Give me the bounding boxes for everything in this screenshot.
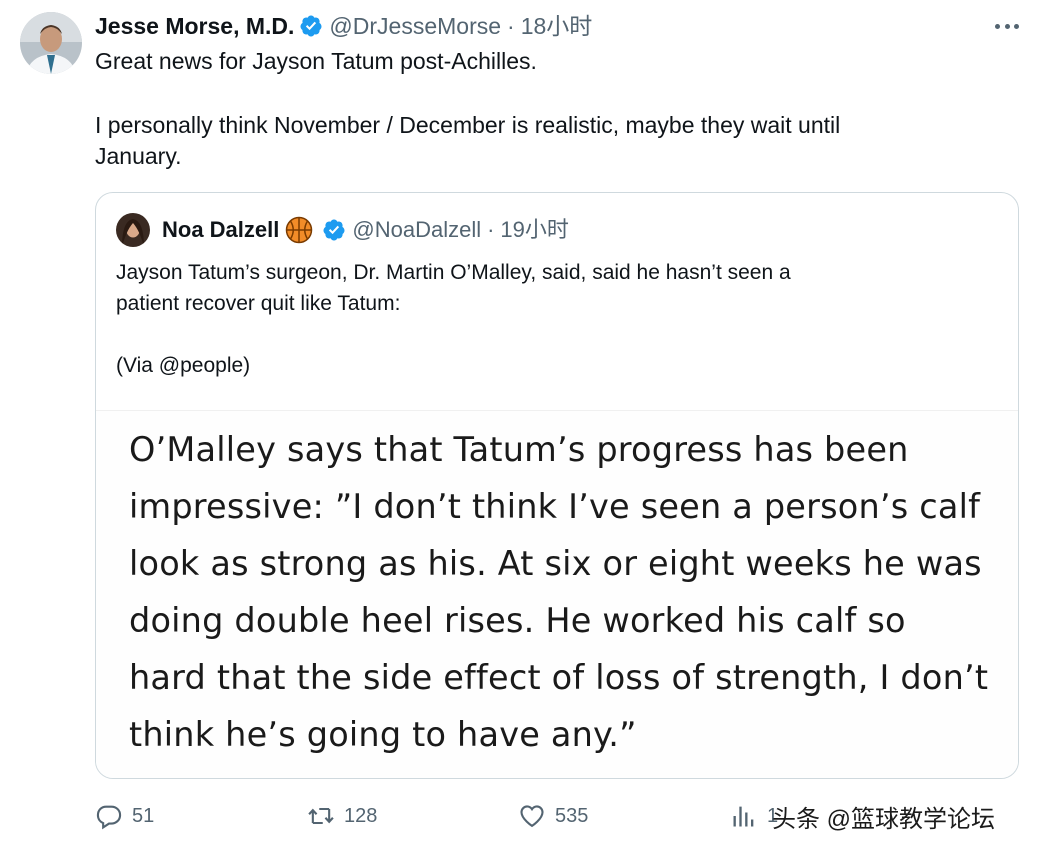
quoted-author-handle[interactable]: @NoaDalzell [352,215,481,245]
tweet-time[interactable]: 18小时 [521,10,593,42]
quoted-text-line: patient recover quit like Tatum: [116,292,401,315]
quoted-media-image[interactable]: O’Malley says that Tatum’s progress has … [96,410,1018,778]
quoted-author-name[interactable]: Noa Dalzell [162,215,279,245]
reply-icon [96,805,122,830]
media-text-line: doing double heel rises. He worked his c… [129,601,906,640]
quoted-author-avatar[interactable] [116,213,150,247]
tweet-text-line: I personally think November / December i… [95,112,841,138]
reply-count: 51 [132,804,155,827]
avatar-image [20,12,82,74]
separator-dot: · [507,13,515,39]
tweet-text-line: January. [95,143,182,169]
views-chart-icon [733,806,754,827]
like-button[interactable]: 535 [518,796,588,836]
author-name[interactable]: Jesse Morse, M.D. [95,10,294,42]
quoted-text-line: Jayson Tatum’s surgeon, Dr. Martin O’Mal… [116,261,791,284]
author-avatar[interactable] [20,12,82,74]
tweet-text: Great news for Jayson Tatum post-Achille… [95,46,995,172]
reply-button[interactable]: 51 [95,796,154,836]
heart-icon [520,805,544,828]
media-quote-text: O’Malley says that Tatum’s progress has … [129,421,999,763]
media-text-line: hard that the side effect of loss of str… [129,658,989,697]
retweet-button[interactable]: 128 [307,796,377,836]
more-options-icon[interactable] [995,14,1019,38]
views-button[interactable]: 1 [730,796,778,836]
basketball-icon [286,216,313,244]
tweet-header: Jesse Morse, M.D. @DrJesseMorse · 18小时 [95,10,592,42]
author-handle[interactable]: @DrJesseMorse [329,10,501,42]
watermark: 头条 @篮球教学论坛 [772,805,996,833]
media-text-line: impressive: ”I don’t think I’ve seen a p… [129,487,981,526]
quoted-text-line: (Via @people) [116,354,251,377]
verified-badge-icon [300,15,322,37]
media-text-line: think he’s going to have any.” [129,715,637,754]
media-text-line: look as strong as his. At six or eight w… [129,544,982,583]
quoted-tweet-time[interactable]: 19小时 [500,215,568,245]
like-count: 535 [555,804,589,827]
retweet-count: 128 [344,804,378,827]
media-text-line: O’Malley says that Tatum’s progress has … [129,430,909,469]
tweet-text-line: Great news for Jayson Tatum post-Achille… [95,48,537,74]
retweet-icon [308,807,334,825]
verified-badge-icon [323,219,345,241]
quoted-avatar-image [116,213,150,247]
quoted-tweet-card[interactable]: Noa Dalzell @NoaDalzell · 19小时 Jayson Ta… [95,192,1019,779]
separator-dot: · [487,217,495,242]
quoted-tweet-text: Jayson Tatum’s surgeon, Dr. Martin O’Mal… [116,257,996,381]
quoted-tweet-header: Noa Dalzell @NoaDalzell · 19小时 [162,215,569,245]
